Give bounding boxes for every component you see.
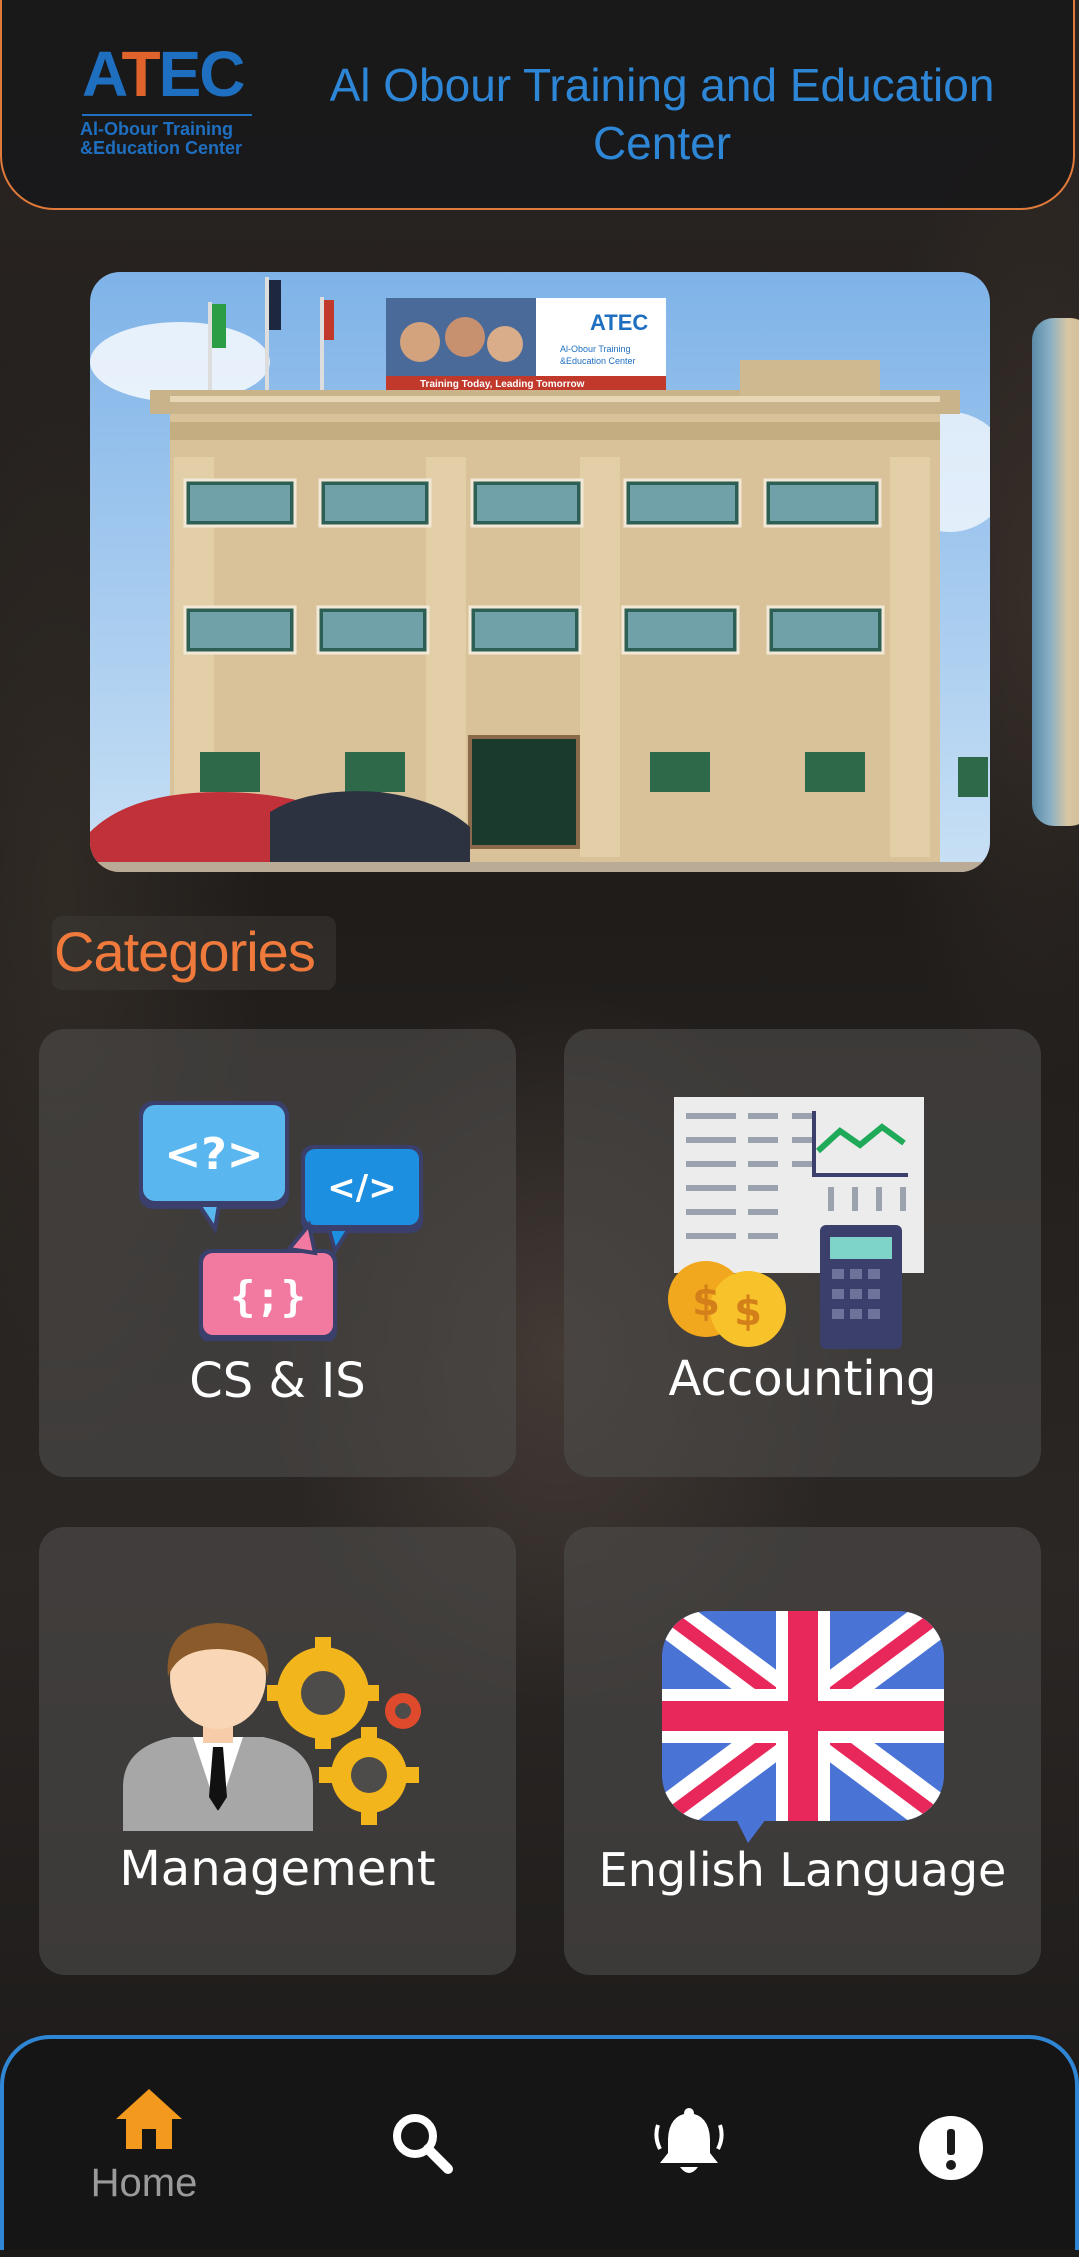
svg-text:&Education Center: &Education Center <box>560 356 636 366</box>
svg-text:<?>: <?> <box>164 1129 263 1180</box>
banner-image-building[interactable]: ATEC Al-Obour Training &Education Center… <box>90 272 990 872</box>
building-photo: ATEC Al-Obour Training &Education Center… <box>90 272 990 872</box>
category-management[interactable]: Management <box>39 1527 516 1975</box>
nav-search[interactable] <box>390 2111 460 2181</box>
app-title: Al Obour Training and Education Center <box>329 59 995 169</box>
categories-heading: Categories <box>54 920 316 983</box>
svg-text:$: $ <box>734 1289 762 1335</box>
home-icon <box>116 2089 182 2149</box>
svg-text:ATEC: ATEC <box>590 310 648 335</box>
category-english-language[interactable]: English Language <box>564 1527 1041 1975</box>
svg-text:Al-Obour Training: Al-Obour Training <box>560 344 631 354</box>
uk-flag-bubble-icon <box>662 1611 944 1843</box>
category-accounting[interactable]: $ $ Accounting <box>564 1029 1041 1477</box>
nav-home-label: Home <box>90 2161 198 2205</box>
atec-logo: ATEC Al-Obour Training &Education Center <box>80 38 255 168</box>
info-exclamation-icon <box>919 2116 983 2180</box>
search-icon <box>393 2114 453 2174</box>
category-label: Accounting <box>668 1351 937 1407</box>
bell-icon <box>654 2108 724 2173</box>
nav-home[interactable]: Home <box>91 2087 219 2257</box>
nav-notifications[interactable] <box>654 2107 724 2181</box>
nav-info[interactable] <box>918 2115 984 2181</box>
svg-text:{;}: {;} <box>230 1272 306 1321</box>
app-header: ATEC Al-Obour Training &Education Center… <box>0 0 1075 210</box>
manager-gears-icon <box>123 1623 421 1831</box>
category-cs-is[interactable]: <?> </> {;} CS & IS <box>39 1029 516 1477</box>
code-bubbles-icon: <?> </> {;} <box>139 1101 423 1341</box>
logo-sub-line-1: Al-Obour Training <box>80 119 233 139</box>
logo-sub-line-2: &Education Center <box>80 138 243 158</box>
categories-heading-wrap: Categories <box>52 916 336 990</box>
logo-mark: ATEC <box>82 38 245 110</box>
svg-text:</>: </> <box>327 1168 396 1208</box>
banner-image-next[interactable] <box>1032 318 1079 826</box>
svg-text:$: $ <box>692 1279 720 1325</box>
category-label: CS & IS <box>189 1353 366 1409</box>
bottom-navigation-bar: Home <box>0 2035 1079 2250</box>
accounting-calculator-icon: $ $ <box>668 1097 924 1349</box>
category-label: English Language <box>598 1843 1007 1897</box>
svg-text:Training Today, Leading Tomorr: Training Today, Leading Tomorrow <box>420 379 585 390</box>
category-label: Management <box>119 1841 436 1897</box>
